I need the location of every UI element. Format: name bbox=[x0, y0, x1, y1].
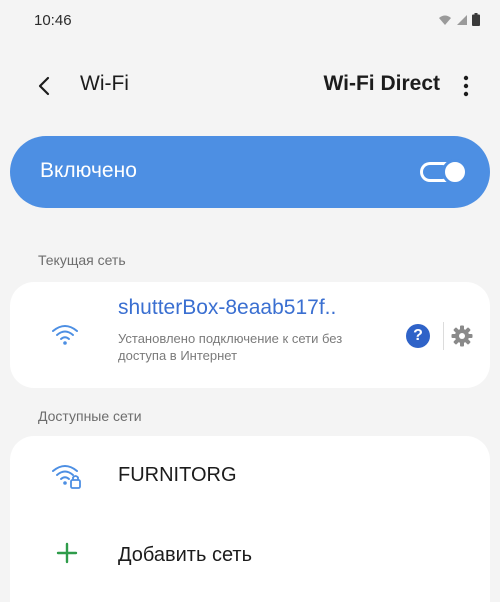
wifi-master-toggle[interactable]: Включено bbox=[10, 136, 490, 208]
master-toggle-label: Включено bbox=[40, 159, 137, 182]
back-button[interactable] bbox=[26, 68, 62, 104]
more-options-button[interactable] bbox=[452, 68, 480, 104]
status-bar: 10:46 bbox=[0, 0, 500, 40]
network-settings-button[interactable] bbox=[448, 322, 476, 350]
add-network-label: Добавить сеть bbox=[118, 544, 252, 566]
chevron-left-icon bbox=[38, 76, 50, 96]
network-name: FURNITORG bbox=[118, 464, 237, 486]
wifi-lock-icon bbox=[50, 462, 81, 489]
current-network-card: shutterBox-8eaab517f.. Установлено подкл… bbox=[10, 282, 490, 388]
current-network-header: Текущая сеть bbox=[38, 252, 126, 268]
vertical-divider bbox=[443, 322, 444, 350]
available-networks-header: Доступные сети bbox=[38, 408, 142, 424]
status-icons bbox=[438, 13, 480, 26]
switch-knob bbox=[442, 159, 468, 185]
help-icon[interactable]: ? bbox=[406, 324, 430, 348]
signal-icon bbox=[457, 14, 467, 25]
current-network-name: shutterBox-8eaab517f.. bbox=[118, 296, 337, 319]
add-network-button[interactable]: Добавить сеть bbox=[10, 516, 490, 596]
more-vertical-icon bbox=[463, 75, 469, 97]
app-bar: Wi-Fi Wi-Fi Direct bbox=[0, 62, 500, 110]
plus-icon bbox=[56, 542, 78, 564]
battery-icon bbox=[472, 13, 480, 26]
gear-icon bbox=[451, 325, 473, 347]
available-networks-card: FURNITORG Добавить сеть bbox=[10, 436, 490, 602]
wifi-switch[interactable] bbox=[420, 159, 468, 185]
network-item-furnitorg[interactable]: FURNITORG bbox=[10, 436, 490, 516]
wifi-direct-button[interactable]: Wi-Fi Direct bbox=[324, 72, 440, 96]
wifi-icon bbox=[50, 322, 80, 348]
current-network-status: Установлено подключение к сети без досту… bbox=[118, 331, 343, 363]
wifi-status-icon bbox=[439, 15, 451, 25]
page-title: Wi-Fi bbox=[80, 72, 129, 95]
status-time: 10:46 bbox=[34, 12, 72, 29]
